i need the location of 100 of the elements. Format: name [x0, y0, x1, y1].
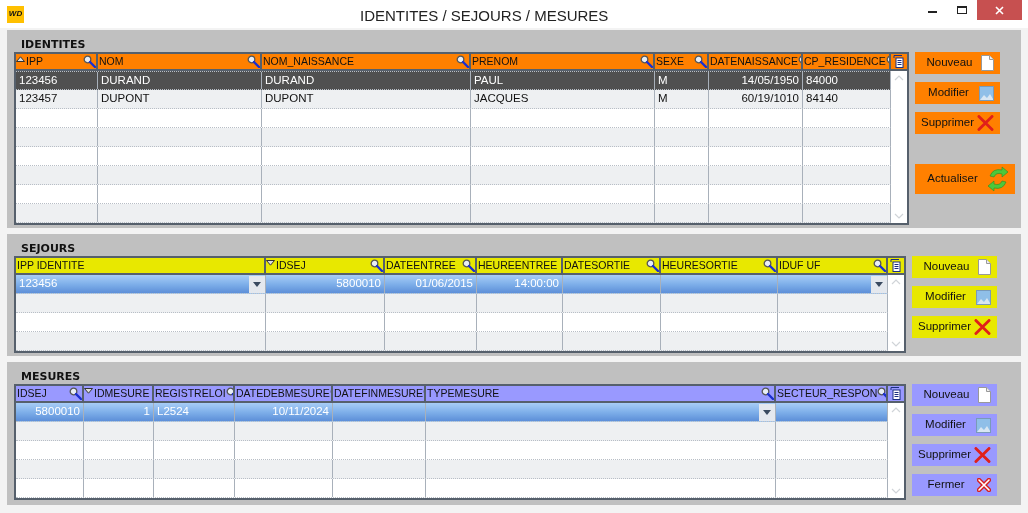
column-label: DATESORTIE [563, 260, 631, 271]
column-header[interactable]: SEXE [655, 54, 709, 69]
column-label: IPP IDENTITE [16, 260, 85, 271]
search-icon[interactable] [873, 259, 886, 272]
table-cell-text: DURAND [100, 72, 152, 88]
dropdown-button[interactable] [871, 275, 887, 293]
column-menu-icon[interactable] [890, 387, 902, 400]
column-header[interactable]: PRENOM [471, 54, 655, 69]
delete-button[interactable]: Supprimer [912, 316, 997, 338]
search-icon[interactable] [761, 387, 774, 400]
column-label: DATENAISSANCE [709, 56, 798, 67]
table-cell-text: 60/19/1010 [740, 91, 800, 107]
table-cell-text: 14:00:00 [513, 276, 560, 292]
edit-button[interactable]: Modifier [912, 414, 997, 436]
column-label: PRENOM [471, 56, 519, 67]
caret-icon [875, 281, 883, 287]
table-cell-text: DURAND [264, 72, 316, 88]
column-header[interactable]: IDUF UF [778, 258, 888, 273]
sort-descending-icon[interactable] [84, 388, 93, 394]
search-icon[interactable] [456, 55, 469, 68]
table-cell-text: 01/06/2015 [414, 276, 474, 292]
search-icon[interactable] [69, 387, 82, 400]
table-row[interactable]: 123457 DUPONT DUPONT JACQUES M 60/19/1010 84140 [16, 90, 891, 109]
caret-icon [763, 409, 771, 415]
table-cell-text: 1 [142, 404, 151, 420]
cross-icon [977, 115, 994, 131]
picture-icon [979, 85, 994, 101]
column-label: CP_RESIDENCE [803, 56, 886, 67]
column-label: DATEENTREE [385, 260, 456, 271]
column-label: IDSEJ [275, 260, 306, 271]
delete-button[interactable]: Supprimer [912, 444, 997, 466]
cross-icon [974, 319, 991, 335]
column-menu-icon[interactable] [890, 259, 902, 272]
search-icon[interactable] [694, 55, 707, 68]
column-label: TYPEMESURE [426, 388, 500, 399]
column-header[interactable]: IPP IDENTITE [16, 258, 266, 273]
sort-descending-icon[interactable] [266, 260, 275, 266]
table-cell-text: DUPONT [264, 91, 315, 107]
table-cell-text: 123456 [18, 72, 59, 88]
window-title: IDENTITES / SEJOURS / MESURES [360, 6, 609, 26]
cross-icon [974, 447, 991, 463]
table-cell-text: 14/05/1950 [740, 72, 800, 88]
search-icon[interactable] [83, 55, 96, 68]
table-cell-text: M [657, 91, 669, 107]
column-header[interactable]: NOM_NAISSANCE [262, 54, 471, 69]
column-header[interactable]: REGISTRELOI [154, 386, 235, 401]
search-icon[interactable] [763, 259, 776, 272]
table-cell-text: 5800010 [34, 404, 81, 420]
column-header[interactable]: NOM [98, 54, 262, 69]
column-menu-icon[interactable] [893, 55, 905, 68]
new-button[interactable]: Nouveau [912, 384, 997, 406]
column-header[interactable]: IDMESURE [84, 386, 154, 401]
search-icon[interactable] [370, 259, 383, 272]
dropdown-button[interactable] [759, 403, 775, 421]
column-header[interactable]: CP_RESIDENCE [803, 54, 891, 69]
column-header[interactable]: IPP [16, 54, 98, 69]
table-cell-text: PAUL [473, 72, 505, 88]
column-header[interactable]: DATENAISSANCE [709, 54, 803, 69]
close-icon [977, 478, 991, 492]
column-header[interactable]: HEURESORTIE [661, 258, 778, 273]
table-cell-text: 84140 [805, 91, 839, 107]
column-header[interactable]: SECTEUR_RESPON [776, 386, 888, 401]
picture-icon [976, 417, 991, 433]
column-label: SEXE [655, 56, 684, 67]
table-cell-text: JACQUES [473, 91, 530, 107]
edit-button[interactable]: Modifier [915, 82, 1000, 104]
delete-button[interactable]: Supprimer [915, 112, 1000, 134]
column-header[interactable]: DATEFINMESURE [333, 386, 426, 401]
column-header[interactable]: TYPEMESURE [426, 386, 776, 401]
column-label: IDUF UF [778, 260, 821, 271]
close-icon [995, 5, 1004, 15]
column-header[interactable]: HEUREENTREE [477, 258, 563, 273]
column-header[interactable]: IDSEJ [16, 386, 84, 401]
sort-ascending-icon[interactable] [16, 56, 25, 62]
table-cell-text: 84000 [805, 72, 839, 88]
dropdown-button[interactable] [249, 275, 265, 293]
search-icon[interactable] [640, 55, 653, 68]
new-button[interactable]: Nouveau [912, 256, 997, 278]
column-header[interactable]: IDSEJ [266, 258, 385, 273]
table-cell-text: 10/11/2024 [271, 404, 330, 420]
panel-title: IDENTITES [20, 37, 87, 50]
picture-icon [976, 289, 991, 305]
search-icon[interactable] [247, 55, 260, 68]
search-icon[interactable] [646, 259, 659, 272]
search-icon[interactable] [462, 259, 475, 272]
table-cell-text: 123456 [18, 276, 59, 292]
blank-page-icon [978, 387, 991, 403]
column-label: HEURESORTIE [661, 260, 738, 271]
column-label: NOM_NAISSANCE [262, 56, 355, 67]
column-label: IDMESURE [93, 388, 150, 399]
column-header[interactable]: DATESORTIE [563, 258, 661, 273]
refresh-button[interactable]: Actualiser [915, 164, 1015, 194]
new-button[interactable]: Nouveau [915, 52, 1000, 74]
column-label: IDSEJ [16, 388, 47, 399]
edit-button[interactable]: Modifier [912, 286, 997, 308]
close-button[interactable]: Fermer [912, 474, 997, 496]
blank-page-icon [978, 259, 991, 275]
column-header[interactable]: DATEENTREE [385, 258, 477, 273]
table-cell-text: DUPONT [100, 91, 151, 107]
table-row[interactable]: 123456 DURAND DURAND PAUL M 14/05/1950 84000 [16, 71, 891, 90]
